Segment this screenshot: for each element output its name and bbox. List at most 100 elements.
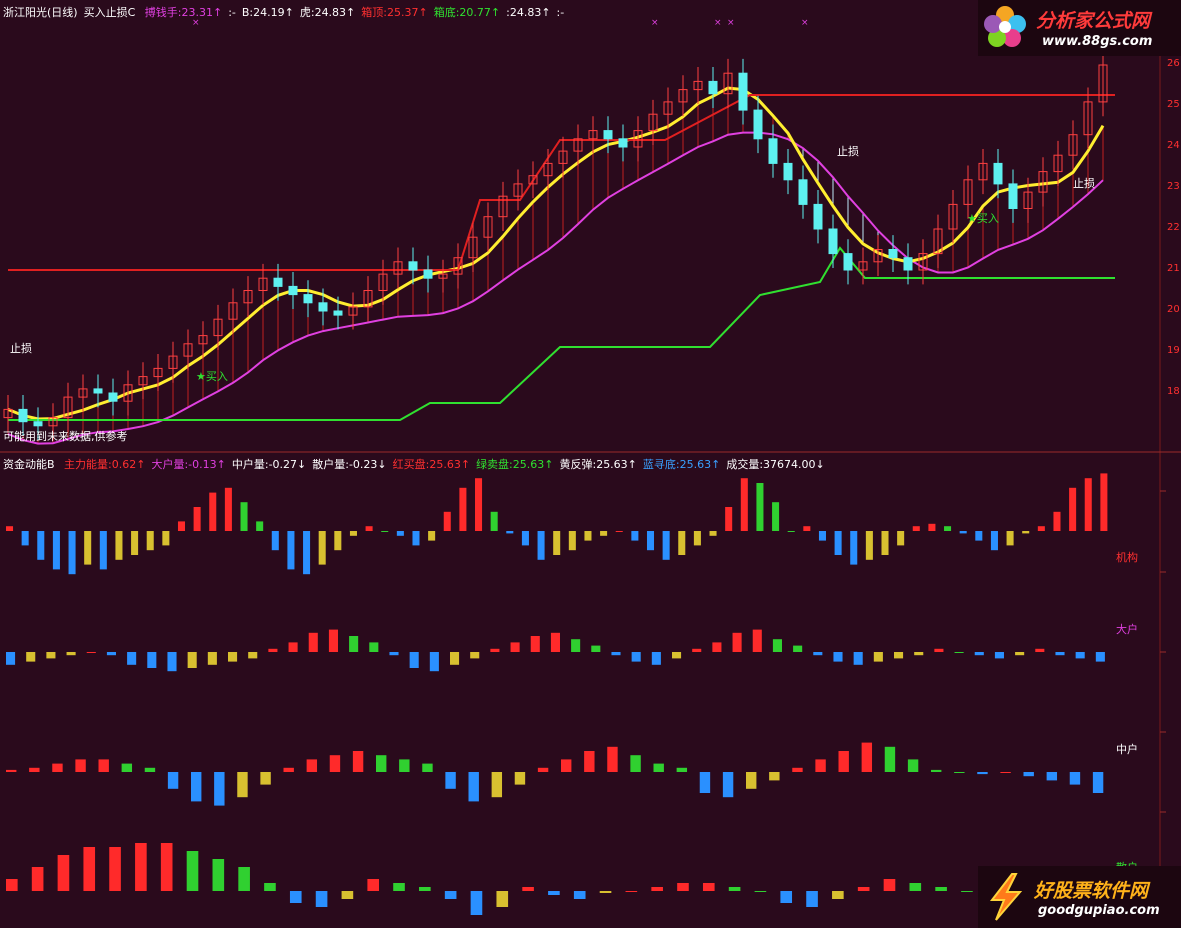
buy-label-right: 买入 <box>976 212 999 225</box>
bottom-watermark-url: goodgupiao.com <box>1038 903 1160 918</box>
histogram-bar <box>450 652 460 665</box>
histogram-bar <box>84 531 92 565</box>
histogram-bar <box>147 652 157 668</box>
histogram-bar <box>289 891 302 903</box>
histogram-bar <box>699 772 711 793</box>
histogram-bar <box>75 759 86 772</box>
histogram-bar <box>1023 772 1034 777</box>
histogram-bar <box>792 767 803 772</box>
histogram-bar <box>1015 652 1025 656</box>
y-tick-2: 24 <box>1167 140 1180 151</box>
lower-value-8: 成交量:37674.00↓ <box>726 458 825 471</box>
y-tick-1: 25 <box>1167 99 1180 110</box>
candle-body <box>903 257 913 271</box>
candle-body <box>333 310 343 316</box>
histogram-bar <box>752 629 762 652</box>
histogram-bar <box>470 891 483 915</box>
histogram-bar <box>907 759 919 772</box>
candle-body <box>603 130 613 140</box>
histogram-bar <box>470 652 480 659</box>
histogram-bar <box>662 531 670 560</box>
histogram-bar <box>306 759 318 772</box>
upper-value-5: 箱底:20.77↑ <box>433 6 501 19</box>
histogram-bar <box>207 652 217 665</box>
histogram-bar <box>6 879 18 891</box>
histogram-bar <box>490 511 498 531</box>
histogram-bar <box>894 652 904 659</box>
histogram-bar <box>303 531 311 575</box>
histogram-bar <box>376 755 387 772</box>
histogram-bar <box>167 652 177 672</box>
histogram-bar <box>881 531 889 555</box>
histogram-bar <box>780 891 793 903</box>
histogram-bar <box>568 531 576 551</box>
histogram-bar <box>283 767 294 772</box>
histogram-bar <box>445 772 456 789</box>
candle-body <box>108 392 118 402</box>
histogram-bar <box>850 531 858 565</box>
candle-body <box>93 388 103 394</box>
histogram-bar <box>443 511 451 531</box>
histogram-bar <box>630 755 641 772</box>
histogram-bar <box>29 767 40 772</box>
buy-marker-right: ★买入 <box>967 212 999 225</box>
histogram-bar <box>212 859 225 891</box>
histogram-bar <box>548 891 560 895</box>
candle-body <box>33 421 43 427</box>
histogram-bar <box>352 751 364 772</box>
histogram-bar <box>186 851 199 891</box>
top-watermark-url: www.88gs.com <box>1042 34 1153 49</box>
histogram-bar <box>1046 772 1058 781</box>
lower-value-0: 主力能量:0.62↑ <box>64 458 146 471</box>
histogram-bar <box>591 645 601 652</box>
histogram-bar <box>6 769 17 772</box>
histogram-bar <box>6 526 14 531</box>
histogram-bar <box>787 531 795 532</box>
stock-name: 浙江阳光(日线) <box>3 6 78 19</box>
histogram-bar <box>46 652 56 659</box>
indicator-name: 买入止损C <box>83 6 136 19</box>
histogram-bar <box>329 755 341 772</box>
histogram-bar <box>228 652 238 662</box>
histogram-bar <box>959 531 967 534</box>
lower-value-7: 蓝寻底:25.63↑ <box>642 458 721 471</box>
histogram-bar <box>287 531 295 570</box>
upper-header: 浙江阳光(日线) 买入止损C 搏钱手:23.31↑:- B:24.19↑ 虎:24.8… <box>3 4 576 20</box>
histogram-bar <box>1092 772 1104 793</box>
histogram-bar <box>883 879 896 891</box>
lower-header: 资金动能B 主力能量:0.62↑ 大户量:-0.13↑ 中户量:-0.27↓ 散户量:… <box>3 456 837 472</box>
histogram-bar <box>909 883 922 891</box>
histogram-bar <box>1069 487 1077 531</box>
upper-value-0: 搏钱手:23.31↑ <box>144 6 223 19</box>
histogram-bar <box>1035 648 1045 652</box>
histogram-bar <box>537 767 549 772</box>
candle-body <box>993 162 1003 185</box>
histogram-bar <box>1000 772 1011 773</box>
histogram-bar <box>934 648 944 652</box>
histogram-bar <box>756 483 764 531</box>
histogram-bar <box>653 763 664 772</box>
candle-body <box>288 285 298 296</box>
upper-value-7: :- <box>556 6 565 19</box>
histogram-bar <box>98 759 109 772</box>
lower-value-6: 黄反弹:25.63↑ <box>559 458 637 471</box>
lower-value-3: 散户量:-0.23↓ <box>312 458 387 471</box>
candle-body <box>843 253 853 271</box>
histogram-bar <box>1055 652 1065 656</box>
histogram-bar <box>268 648 278 652</box>
histogram-bar <box>813 652 823 656</box>
lower-indicator-name: 资金动能B <box>3 458 55 471</box>
histogram-bar <box>728 887 741 891</box>
histogram-bar <box>931 769 942 772</box>
histogram-bar <box>349 531 357 536</box>
histogram-bar <box>861 742 873 772</box>
candle-body <box>1008 183 1018 209</box>
histogram-bar <box>409 652 419 668</box>
histogram-bar <box>1022 531 1030 534</box>
histogram-bar <box>994 652 1004 659</box>
pane-label-dahu: 大户 <box>1116 623 1138 636</box>
histogram-bar <box>975 531 983 541</box>
histogram-bar <box>177 521 186 531</box>
histogram-bar <box>490 648 500 652</box>
histogram-bar <box>109 847 121 891</box>
